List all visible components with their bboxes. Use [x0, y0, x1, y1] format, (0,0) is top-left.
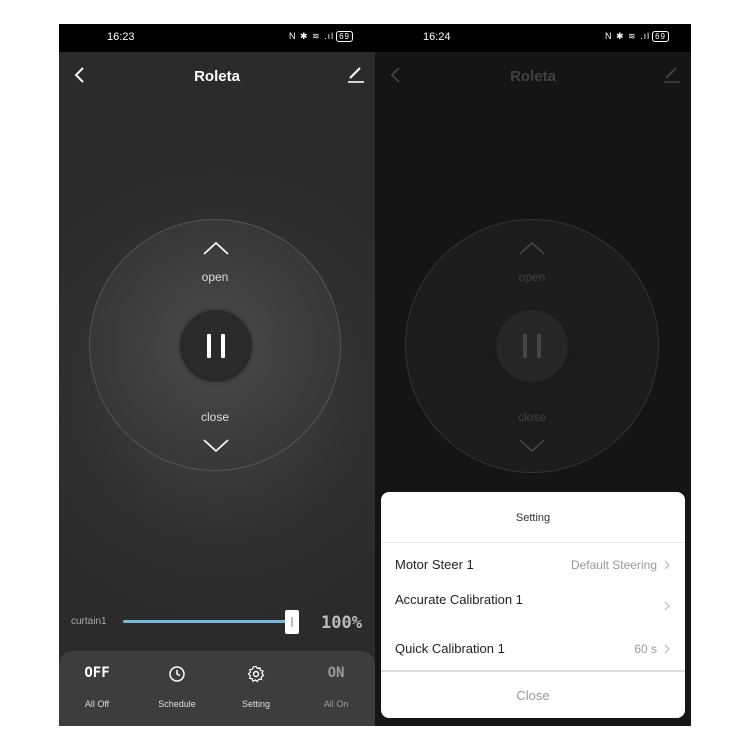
open-label: open	[518, 270, 546, 284]
battery-icon: 69	[336, 31, 353, 42]
quick-calibration-value: 60 s	[634, 642, 657, 656]
status-bar: 16:23 N ✱ ≋ .ıl 69	[59, 24, 375, 52]
pause-icon-bar	[537, 334, 541, 358]
position-percent: 100%	[321, 613, 362, 633]
chevron-right-icon	[664, 644, 670, 654]
all-on-button[interactable]: ON All On	[301, 651, 371, 726]
divider	[381, 670, 685, 672]
all-off-button[interactable]: OFF All Off	[62, 651, 132, 726]
motor-steer-label: Motor Steer 1	[395, 557, 474, 572]
open-arrow-icon[interactable]	[201, 240, 231, 256]
curtain-label: curtain1	[71, 616, 107, 627]
slider-track[interactable]	[123, 620, 293, 623]
status-icons: N ✱ ≋ .ıl 69	[289, 31, 353, 42]
setting-label: Setting	[241, 699, 271, 709]
status-icons: N ✱ ≋ .ıl 69	[605, 31, 669, 42]
divider	[381, 542, 685, 543]
signal-icons: N ✱ ≋ .ıl	[289, 31, 335, 41]
signal-icons: N ✱ ≋ .ıl	[605, 31, 651, 41]
all-off-label: All Off	[84, 699, 110, 709]
pause-icon	[523, 334, 527, 358]
status-time: 16:23	[107, 31, 135, 43]
edit-icon	[664, 67, 680, 83]
close-label: close	[517, 410, 546, 424]
schedule-label: Schedule	[158, 699, 196, 709]
page-title: Roleta	[194, 68, 240, 85]
control-dial: open close	[89, 219, 341, 471]
quick-calibration-row[interactable]: Quick Calibration 1 60 s	[381, 638, 685, 660]
setting-sheet: Setting Motor Steer 1 Default Steering A…	[381, 492, 685, 718]
on-icon: ON	[327, 665, 345, 681]
page-title: Roleta	[510, 68, 556, 85]
main-control-screen: 16:23 N ✱ ≋ .ıl 69 Roleta open close curt…	[59, 24, 375, 726]
open-button[interactable]: open	[90, 270, 340, 284]
nav-bar: Roleta	[59, 52, 375, 102]
slider-handle[interactable]	[285, 610, 299, 634]
off-icon: OFF	[84, 665, 110, 681]
close-arrow-icon[interactable]	[201, 438, 231, 454]
schedule-button[interactable]: Schedule	[142, 651, 212, 726]
quick-calibration-label: Quick Calibration 1	[395, 641, 505, 656]
motor-steer-row[interactable]: Motor Steer 1 Default Steering	[381, 554, 685, 576]
status-time: 16:24	[423, 31, 451, 43]
chevron-right-icon	[664, 601, 670, 611]
curtain-position-slider: curtain1 100%	[59, 608, 375, 638]
status-bar: 16:24 N ✱ ≋ .ıl 69	[375, 24, 691, 52]
pause-icon	[207, 334, 211, 358]
edit-icon[interactable]	[347, 66, 365, 84]
accurate-calibration-label: Accurate Calibration 1	[395, 592, 523, 607]
clock-icon	[169, 666, 185, 682]
control-dial-dimmed: open close	[405, 219, 659, 473]
accurate-calibration-row[interactable]: Accurate Calibration 1	[381, 590, 685, 626]
motor-steer-value: Default Steering	[570, 558, 657, 572]
chevron-right-icon	[664, 560, 670, 570]
pause-icon-bar	[221, 334, 225, 358]
bottom-action-bar: OFF All Off Schedule Setting ON All On	[59, 651, 375, 726]
sheet-close-button[interactable]: Close	[381, 688, 685, 703]
nav-bar: Roleta	[375, 52, 691, 102]
open-arrow-icon	[519, 241, 545, 255]
pause-button	[496, 310, 568, 382]
gear-icon	[247, 665, 265, 683]
close-button[interactable]: close	[90, 410, 340, 424]
close-arrow-icon	[519, 439, 545, 453]
setting-sheet-screen: 16:24 N ✱ ≋ .ıl 69 Roleta open close Sett…	[375, 24, 691, 726]
battery-icon: 69	[652, 31, 669, 42]
setting-button[interactable]: Setting	[221, 651, 291, 726]
sheet-title: Setting	[515, 512, 551, 524]
all-on-label: All On	[323, 699, 349, 709]
pause-button[interactable]	[180, 310, 252, 382]
